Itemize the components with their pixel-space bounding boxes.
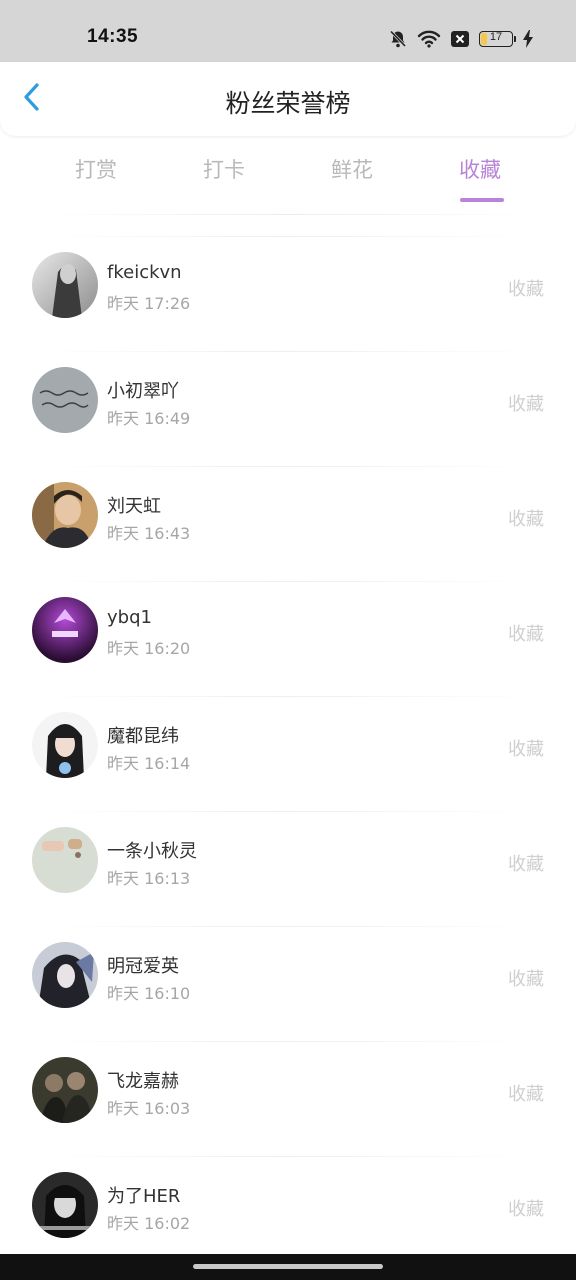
fan-name: 小初翠吖 bbox=[107, 381, 179, 402]
divider bbox=[40, 214, 536, 215]
tab-favorites-label: 收藏 bbox=[459, 158, 501, 182]
list-item[interactable]: 一条小秋灵 昨天 16:13 收藏 bbox=[0, 803, 576, 918]
avatar[interactable] bbox=[32, 942, 98, 1008]
tab-active-indicator bbox=[460, 198, 504, 202]
battery-level: 17 bbox=[489, 31, 503, 43]
fan-time: 昨天 16:20 bbox=[107, 639, 191, 658]
bell-off-icon bbox=[388, 29, 408, 49]
fan-time: 昨天 16:43 bbox=[107, 524, 191, 543]
home-indicator[interactable] bbox=[193, 1264, 383, 1269]
fan-time: 昨天 16:02 bbox=[107, 1214, 191, 1233]
list-item[interactable]: 飞龙嘉赫 昨天 16:03 收藏 bbox=[0, 1033, 576, 1148]
fan-name: 刘天虹 bbox=[107, 496, 161, 517]
list-item[interactable]: 明冠爱英 昨天 16:10 收藏 bbox=[0, 918, 576, 1033]
favorite-action[interactable]: 收藏 bbox=[508, 390, 544, 416]
tab-bar: 打赏 打卡 鲜花 收藏 bbox=[0, 146, 576, 202]
fan-time: 昨天 16:03 bbox=[107, 1099, 191, 1118]
favorite-action[interactable]: 收藏 bbox=[508, 850, 544, 876]
page-title: 粉丝荣誉榜 bbox=[225, 89, 351, 118]
fan-time: 昨天 16:14 bbox=[107, 754, 191, 773]
avatar[interactable] bbox=[32, 482, 98, 548]
header: 粉丝荣誉榜 bbox=[0, 62, 576, 136]
fan-name: fkeickvn bbox=[107, 262, 182, 283]
list-item[interactable]: 魔都昆纬 昨天 16:14 收藏 bbox=[0, 688, 576, 803]
tab-flowers[interactable]: 鲜花 bbox=[302, 154, 402, 184]
fan-name: 明冠爱英 bbox=[107, 956, 179, 977]
favorite-action[interactable]: 收藏 bbox=[508, 275, 544, 301]
fan-time: 昨天 16:10 bbox=[107, 984, 191, 1003]
navigation-bar bbox=[0, 1254, 576, 1280]
list-item[interactable]: 小初翠吖 昨天 16:49 收藏 bbox=[0, 343, 576, 458]
favorite-action[interactable]: 收藏 bbox=[508, 505, 544, 531]
fan-name: 飞龙嘉赫 bbox=[107, 1071, 179, 1092]
avatar[interactable] bbox=[32, 1057, 98, 1123]
avatar[interactable] bbox=[32, 1172, 98, 1238]
favorite-action[interactable]: 收藏 bbox=[508, 965, 544, 991]
battery-icon: 17 bbox=[479, 31, 516, 47]
fan-name: 一条小秋灵 bbox=[107, 841, 197, 862]
fan-time: 昨天 16:49 bbox=[107, 409, 191, 428]
status-icons: 17 bbox=[388, 28, 534, 50]
list-item[interactable]: 为了HER 昨天 16:02 收藏 bbox=[0, 1148, 576, 1263]
avatar[interactable] bbox=[32, 252, 98, 318]
fan-list: fkeickvn 昨天 17:26 收藏 小初翠吖 昨天 16:49 收藏 刘天… bbox=[0, 228, 576, 1263]
status-bar: 14:35 17 bbox=[0, 0, 576, 62]
favorite-action[interactable]: 收藏 bbox=[508, 735, 544, 761]
tab-checkin[interactable]: 打卡 bbox=[174, 154, 274, 184]
favorite-action[interactable]: 收藏 bbox=[508, 1080, 544, 1106]
fan-time: 昨天 16:13 bbox=[107, 869, 191, 888]
avatar[interactable] bbox=[32, 367, 98, 433]
sim-off-icon bbox=[450, 30, 470, 48]
fan-time: 昨天 17:26 bbox=[107, 294, 191, 313]
avatar[interactable] bbox=[32, 712, 98, 778]
status-time: 14:35 bbox=[87, 26, 139, 47]
fan-name: 魔都昆纬 bbox=[107, 726, 179, 747]
fan-name: ybq1 bbox=[107, 607, 152, 628]
charging-icon bbox=[522, 29, 534, 49]
favorite-action[interactable]: 收藏 bbox=[508, 620, 544, 646]
favorite-action[interactable]: 收藏 bbox=[508, 1195, 544, 1221]
avatar[interactable] bbox=[32, 827, 98, 893]
fan-name: 为了HER bbox=[107, 1186, 181, 1207]
tab-reward[interactable]: 打赏 bbox=[46, 154, 146, 184]
wifi-icon bbox=[417, 29, 441, 49]
tab-favorites[interactable]: 收藏 bbox=[430, 154, 530, 202]
list-item[interactable]: ybq1 昨天 16:20 收藏 bbox=[0, 573, 576, 688]
list-item[interactable]: 刘天虹 昨天 16:43 收藏 bbox=[0, 458, 576, 573]
list-item[interactable]: fkeickvn 昨天 17:26 收藏 bbox=[0, 228, 576, 343]
avatar[interactable] bbox=[32, 597, 98, 663]
